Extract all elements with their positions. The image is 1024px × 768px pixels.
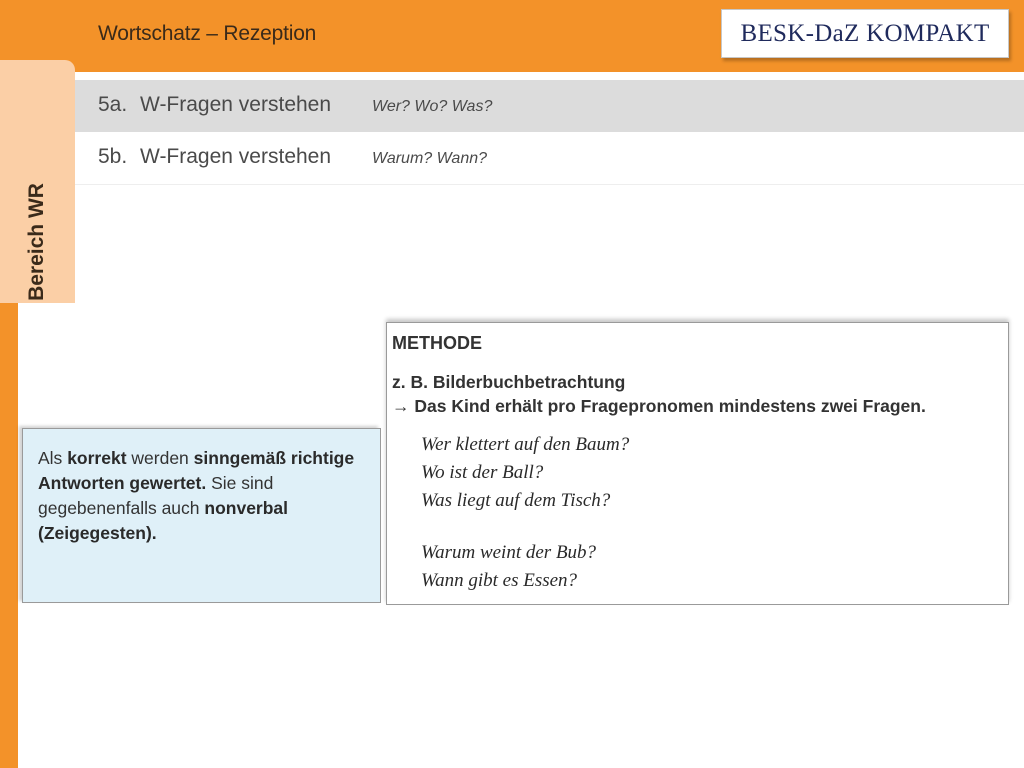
row-number: 5b. — [98, 145, 128, 168]
example-question: Wann gibt es Essen? — [421, 570, 578, 591]
row-title: W-Fragen verstehen — [140, 93, 332, 116]
page-title: Wortschatz – Rezeption — [98, 22, 317, 45]
info-bold-text: korrekt — [67, 448, 127, 468]
method-heading: METHODE — [392, 333, 482, 353]
header-bar: Wortschatz – Rezeption BESK-DaZ KOMPAKT — [0, 0, 1024, 72]
example-question: Warum weint der Bub? — [421, 542, 597, 563]
row-number: 5a. — [98, 93, 128, 116]
row-question-words: Wer? Wo? Was? — [372, 98, 493, 115]
method-instruction: → Das Kind erhält pro Fragepronomen mind… — [392, 396, 926, 416]
example-question: Wer klettert auf den Baum? — [421, 434, 630, 455]
side-tab-label: Bereich WR — [25, 183, 48, 301]
side-tab-bereich: Bereich WR — [0, 60, 75, 303]
row-title: W-Fragen verstehen — [140, 145, 332, 168]
method-box: METHODE z. B. Bilderbuchbetrachtung → Da… — [386, 322, 1009, 605]
info-text: werden — [126, 448, 194, 468]
row-5b: 5b. W-Fragen verstehen Warum? Wann? — [75, 132, 1024, 185]
example-question: Wo ist der Ball? — [421, 462, 544, 483]
row-question-words: Warum? Wann? — [372, 150, 488, 167]
example-question: Was liegt auf dem Tisch? — [421, 490, 611, 511]
scoring-info-box: Als korrekt werden sinngemäß richtige An… — [22, 428, 381, 603]
info-text: Als — [38, 448, 68, 468]
row-5a: 5a. W-Fragen verstehen Wer? Wo? Was? — [75, 80, 1024, 132]
method-example: z. B. Bilderbuchbetrachtung — [392, 372, 626, 392]
besk-daz-logo: BESK-DaZ KOMPAKT — [721, 9, 1009, 58]
